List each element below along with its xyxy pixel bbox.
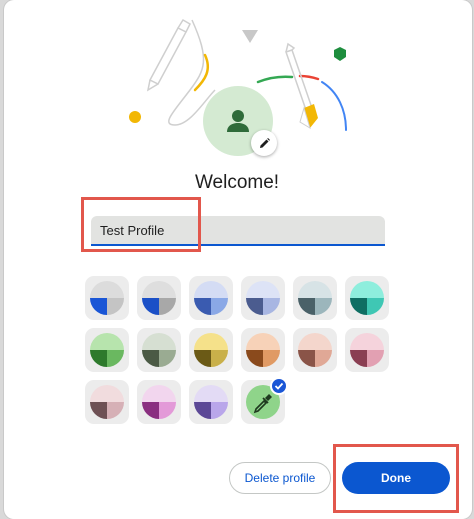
swatch-color-circle xyxy=(350,333,384,367)
theme-swatch-peach[interactable] xyxy=(293,328,337,372)
theme-color-grid xyxy=(85,276,397,431)
swatch-color-circle xyxy=(142,385,176,419)
swatch-color-circle xyxy=(90,385,124,419)
theme-swatch-slate[interactable] xyxy=(293,276,337,320)
profile-name-input[interactable] xyxy=(91,216,385,244)
theme-swatch-grey-blue[interactable] xyxy=(137,276,181,320)
theme-swatch-custom[interactable] xyxy=(241,377,288,424)
theme-swatch-blue[interactable] xyxy=(189,276,233,320)
brush-illustration xyxy=(285,42,318,130)
profile-name-field[interactable] xyxy=(91,216,385,246)
swatch-color-circle xyxy=(350,281,384,315)
red-arc xyxy=(298,74,320,81)
swatch-color-circle xyxy=(246,333,280,367)
theme-swatch-lavender-blue[interactable] xyxy=(241,276,285,320)
done-button[interactable]: Done xyxy=(342,462,450,494)
green-arc xyxy=(256,75,294,84)
blue-arc xyxy=(321,81,347,131)
theme-swatch-orange[interactable] xyxy=(241,328,285,372)
theme-swatch-yellow[interactable] xyxy=(189,328,233,372)
swatch-color-circle xyxy=(90,281,124,315)
hexagon-shape xyxy=(334,47,346,61)
swatch-color-circle xyxy=(246,281,280,315)
delete-profile-button[interactable]: Delete profile xyxy=(229,462,331,494)
theme-swatch-green[interactable] xyxy=(85,328,129,372)
pencil-icon xyxy=(259,137,270,148)
edit-avatar-button[interactable] xyxy=(251,130,277,156)
swatch-color-circle xyxy=(142,281,176,315)
person-icon xyxy=(227,110,249,132)
triangle-shape xyxy=(242,30,258,43)
swatch-color-circle xyxy=(298,281,332,315)
theme-swatch-magenta[interactable] xyxy=(137,380,181,424)
swatch-color-circle xyxy=(194,385,228,419)
selected-check-icon xyxy=(270,377,288,395)
theme-swatch-blue-grey[interactable] xyxy=(85,276,129,320)
swatch-color-circle xyxy=(194,281,228,315)
yellow-dot xyxy=(129,111,141,123)
theme-swatch-rose[interactable] xyxy=(345,328,389,372)
theme-swatch-pink-grey[interactable] xyxy=(85,380,129,424)
theme-swatch-teal[interactable] xyxy=(345,276,389,320)
theme-swatch-olive-grey[interactable] xyxy=(137,328,181,372)
theme-swatch-purple[interactable] xyxy=(189,380,233,424)
pencil-illustration xyxy=(146,18,191,92)
swatch-color-circle xyxy=(194,333,228,367)
swatch-color-circle xyxy=(90,333,124,367)
swatch-color-circle xyxy=(298,333,332,367)
swatch-color-circle xyxy=(142,333,176,367)
welcome-title: Welcome! xyxy=(194,172,280,193)
